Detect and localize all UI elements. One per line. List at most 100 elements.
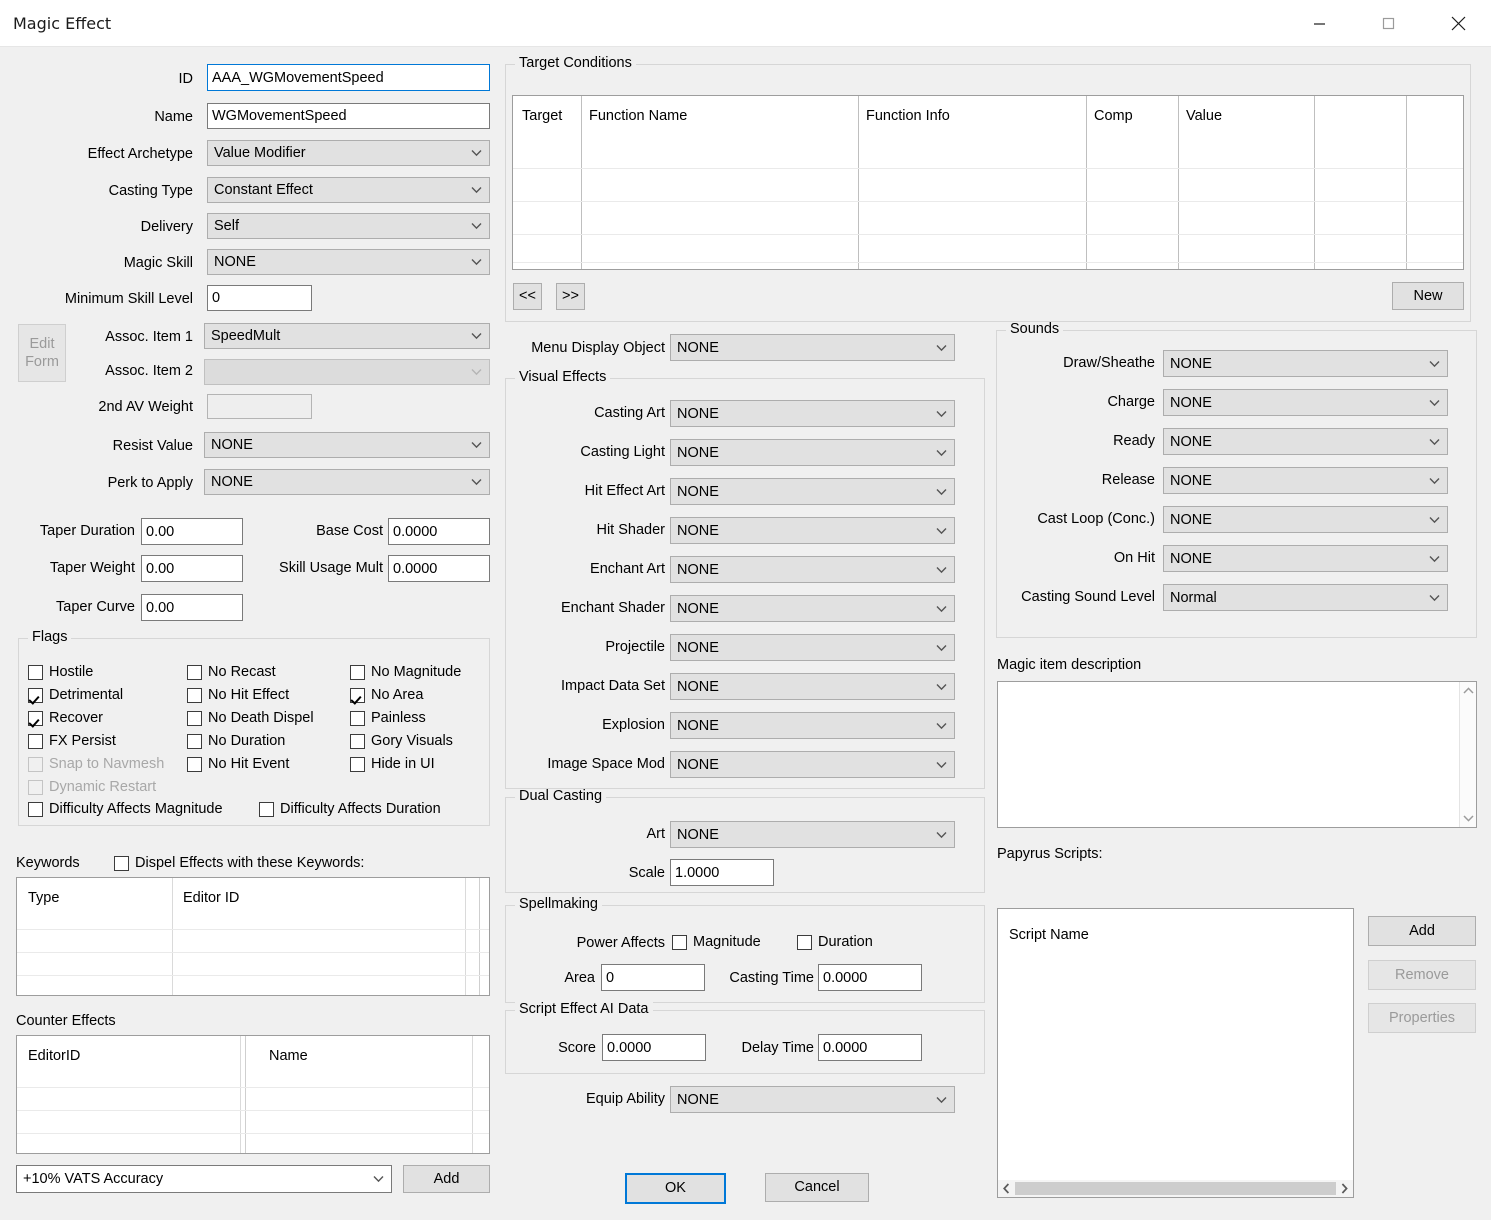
magic-skill-select[interactable]: NONE <box>207 249 490 275</box>
scroll-up-arrow-icon[interactable] <box>1462 682 1474 699</box>
description-vertical-scrollbar[interactable] <box>1459 682 1476 827</box>
area-input[interactable]: 0 <box>601 964 705 991</box>
minimum-skill-level-input[interactable]: 0 <box>207 285 312 311</box>
skill-usage-mult-input[interactable]: 0.0000 <box>388 555 490 582</box>
casting-art-select[interactable]: NONE <box>670 400 955 427</box>
papyrus-scrollbar-thumb[interactable] <box>1015 1182 1336 1195</box>
target-conditions-next-button[interactable]: >> <box>556 283 585 310</box>
flag-no-hit-effect[interactable]: No Hit Effect <box>187 688 289 703</box>
flag-no-recast[interactable]: No Recast <box>187 665 276 680</box>
menu-display-object-value: NONE <box>677 339 719 356</box>
chevron-down-icon <box>471 259 482 266</box>
casting-light-label: Casting Light <box>580 444 665 460</box>
flag-recover[interactable]: Recover <box>28 711 103 726</box>
projectile-select[interactable]: NONE <box>670 634 955 661</box>
ready-select[interactable]: NONE <box>1163 428 1448 455</box>
target-conditions-new-button[interactable]: New <box>1392 282 1464 310</box>
casting-light-select[interactable]: NONE <box>670 439 955 466</box>
flag-no-area[interactable]: No Area <box>350 688 423 703</box>
dispel-effects-checkbox[interactable]: Dispel Effects with these Keywords: <box>114 856 364 871</box>
release-select[interactable]: NONE <box>1163 467 1448 494</box>
explosion-select[interactable]: NONE <box>670 712 955 739</box>
power-affects-duration-checkbox[interactable]: Duration <box>797 935 873 950</box>
flag-hostile[interactable]: Hostile <box>28 665 93 680</box>
dual-casting-scale-input[interactable]: 1.0000 <box>670 859 774 886</box>
casting-type-select[interactable]: Constant Effect <box>207 177 490 203</box>
scroll-down-arrow-icon[interactable] <box>1462 810 1474 827</box>
enchant-shader-select[interactable]: NONE <box>670 595 955 622</box>
flag-painless[interactable]: Painless <box>350 711 426 726</box>
equip-ability-select[interactable]: NONE <box>670 1086 955 1113</box>
keywords-table[interactable]: Type Editor ID <box>16 877 490 996</box>
hit-effect-art-select[interactable]: NONE <box>670 478 955 505</box>
impact-data-set-select[interactable]: NONE <box>670 673 955 700</box>
counter-effects-table[interactable]: EditorID Name <box>16 1035 490 1154</box>
chevron-down-icon <box>936 644 947 651</box>
on-hit-value: NONE <box>1170 550 1212 567</box>
flag-no-magnitude[interactable]: No Magnitude <box>350 665 461 680</box>
delay-time-input[interactable]: 0.0000 <box>818 1034 922 1061</box>
magic-item-description-textarea[interactable] <box>997 681 1477 828</box>
flag-fx-persist[interactable]: FX Persist <box>28 734 116 749</box>
perk-to-apply-value: NONE <box>211 474 253 491</box>
second-av-weight-input[interactable] <box>207 394 312 419</box>
power-affects-magnitude-checkbox[interactable]: Magnitude <box>672 935 761 950</box>
edit-form-button[interactable]: Edit Form <box>18 324 66 382</box>
cancel-button[interactable]: Cancel <box>765 1173 869 1202</box>
perk-to-apply-select[interactable]: NONE <box>204 469 490 495</box>
id-input[interactable]: AAA_WGMovementSpeed <box>207 64 490 91</box>
effect-archetype-select[interactable]: Value Modifier <box>207 140 490 166</box>
taper-duration-input[interactable]: 0.00 <box>141 518 243 545</box>
ok-button[interactable]: OK <box>625 1173 726 1204</box>
papyrus-horizontal-scrollbar[interactable] <box>998 1180 1353 1197</box>
flag-no-duration[interactable]: No Duration <box>187 734 285 749</box>
cast-loop-select[interactable]: NONE <box>1163 506 1448 533</box>
menu-display-object-select[interactable]: NONE <box>670 334 955 361</box>
taper-weight-input[interactable]: 0.00 <box>141 555 243 582</box>
flag-difficulty-affects-duration[interactable]: Difficulty Affects Duration <box>259 802 441 817</box>
menu-display-object-label: Menu Display Object <box>531 340 665 356</box>
base-cost-input[interactable]: 0.0000 <box>388 518 490 545</box>
assoc-item-1-select[interactable]: SpeedMult <box>204 323 490 349</box>
counter-effects-add-button[interactable]: Add <box>403 1165 490 1193</box>
minimize-button[interactable] <box>1296 0 1342 46</box>
casting-time-input[interactable]: 0.0000 <box>818 964 922 991</box>
scroll-left-arrow-icon[interactable] <box>998 1180 1015 1197</box>
scroll-right-arrow-icon[interactable] <box>1336 1180 1353 1197</box>
flag-gory-visuals[interactable]: Gory Visuals <box>350 734 453 749</box>
delivery-select[interactable]: Self <box>207 213 490 239</box>
counter-effect-select[interactable]: +10% VATS Accuracy <box>16 1165 392 1193</box>
hit-shader-select[interactable]: NONE <box>670 517 955 544</box>
target-conditions-prev-button[interactable]: << <box>513 283 542 310</box>
name-input[interactable]: WGMovementSpeed <box>207 103 490 129</box>
image-space-mod-select[interactable]: NONE <box>670 751 955 778</box>
chevron-down-icon <box>936 831 947 838</box>
score-input[interactable]: 0.0000 <box>602 1034 706 1061</box>
target-conditions-table[interactable]: Target Function Name Function Info Comp … <box>512 95 1464 270</box>
resist-value-select[interactable]: NONE <box>204 432 490 458</box>
draw-sheathe-select[interactable]: NONE <box>1163 350 1448 377</box>
flag-difficulty-affects-magnitude[interactable]: Difficulty Affects Magnitude <box>28 802 223 817</box>
chevron-down-icon <box>1429 360 1440 367</box>
base-cost-label: Base Cost <box>316 523 383 539</box>
flag-detrimental[interactable]: Detrimental <box>28 688 123 703</box>
dispel-effects-label: Dispel Effects with these Keywords: <box>135 855 365 872</box>
checkbox-box <box>259 802 274 817</box>
charge-select[interactable]: NONE <box>1163 389 1448 416</box>
chevron-down-icon <box>373 1176 384 1183</box>
papyrus-scripts-list[interactable]: Script Name <box>997 908 1354 1198</box>
assoc-item-2-select[interactable] <box>204 359 490 385</box>
maximize-button[interactable] <box>1365 0 1411 46</box>
close-button[interactable] <box>1435 0 1481 46</box>
papyrus-add-button[interactable]: Add <box>1368 916 1476 946</box>
on-hit-select[interactable]: NONE <box>1163 545 1448 572</box>
taper-curve-input[interactable]: 0.00 <box>141 594 243 621</box>
papyrus-remove-button[interactable]: Remove <box>1368 960 1476 990</box>
flag-no-hit-event[interactable]: No Hit Event <box>187 757 289 772</box>
flag-hide-in-ui[interactable]: Hide in UI <box>350 757 435 772</box>
casting-sound-level-select[interactable]: Normal <box>1163 584 1448 611</box>
papyrus-properties-button[interactable]: Properties <box>1368 1003 1476 1033</box>
enchant-art-select[interactable]: NONE <box>670 556 955 583</box>
flag-no-death-dispel[interactable]: No Death Dispel <box>187 711 314 726</box>
dual-casting-art-select[interactable]: NONE <box>670 821 955 848</box>
